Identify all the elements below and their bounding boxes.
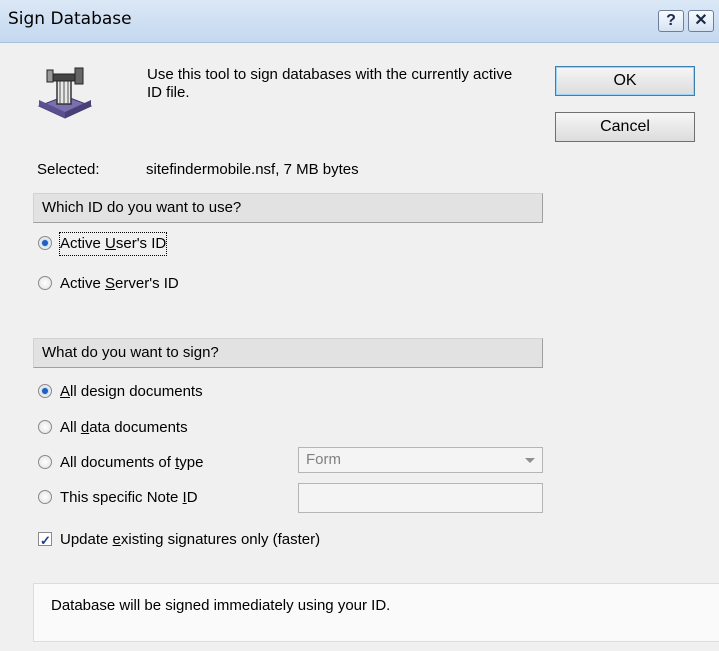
title-bar: Sign Database ? ✕ <box>0 0 719 43</box>
close-button[interactable]: ✕ <box>688 10 714 32</box>
update-existing-checkbox[interactable] <box>38 530 52 552</box>
sign-tool-icon <box>35 66 93 120</box>
sign-group-header: What do you want to sign? <box>33 338 543 368</box>
radio-label: All data documents <box>60 419 188 436</box>
note-id-input[interactable] <box>298 483 543 513</box>
radio-label: All documents of type <box>60 454 204 471</box>
sign-group-title: What do you want to sign? <box>42 344 219 361</box>
selected-database: sitefindermobile.nsf, 7 MB bytes <box>146 161 359 178</box>
radio-label: This specific Note ID <box>60 489 198 506</box>
document-type-select[interactable]: Form <box>298 447 543 473</box>
window-title: Sign Database <box>8 9 132 29</box>
id-group-header: Which ID do you want to use? <box>33 193 543 223</box>
ok-button[interactable]: OK <box>555 66 695 96</box>
radio-button[interactable] <box>38 420 52 434</box>
radio-button[interactable] <box>38 384 52 398</box>
radio-button[interactable] <box>38 490 52 504</box>
radio-label: All design documents <box>60 383 203 400</box>
radio-label: Active Server's ID <box>60 275 179 292</box>
id-group-title: Which ID do you want to use? <box>42 199 242 216</box>
radio-button[interactable] <box>38 455 52 469</box>
radio-button[interactable] <box>38 276 52 290</box>
selected-label: Selected: <box>37 161 100 178</box>
status-panel: Database will be signed immediately usin… <box>33 583 719 642</box>
status-message: Database will be signed immediately usin… <box>51 597 391 614</box>
help-button[interactable]: ? <box>658 10 684 32</box>
chevron-down-icon <box>525 458 535 463</box>
sign-database-dialog: Sign Database ? ✕ Use this tool to sign … <box>0 0 719 651</box>
checkbox-label: Update existing signatures only (faster) <box>60 531 321 548</box>
tool-description: Use this tool to sign databases with the… <box>147 66 513 101</box>
radio-button[interactable] <box>38 236 52 250</box>
document-type-value: Form <box>306 451 341 468</box>
radio-label: Active User's ID <box>58 232 168 256</box>
cancel-button[interactable]: Cancel <box>555 112 695 142</box>
